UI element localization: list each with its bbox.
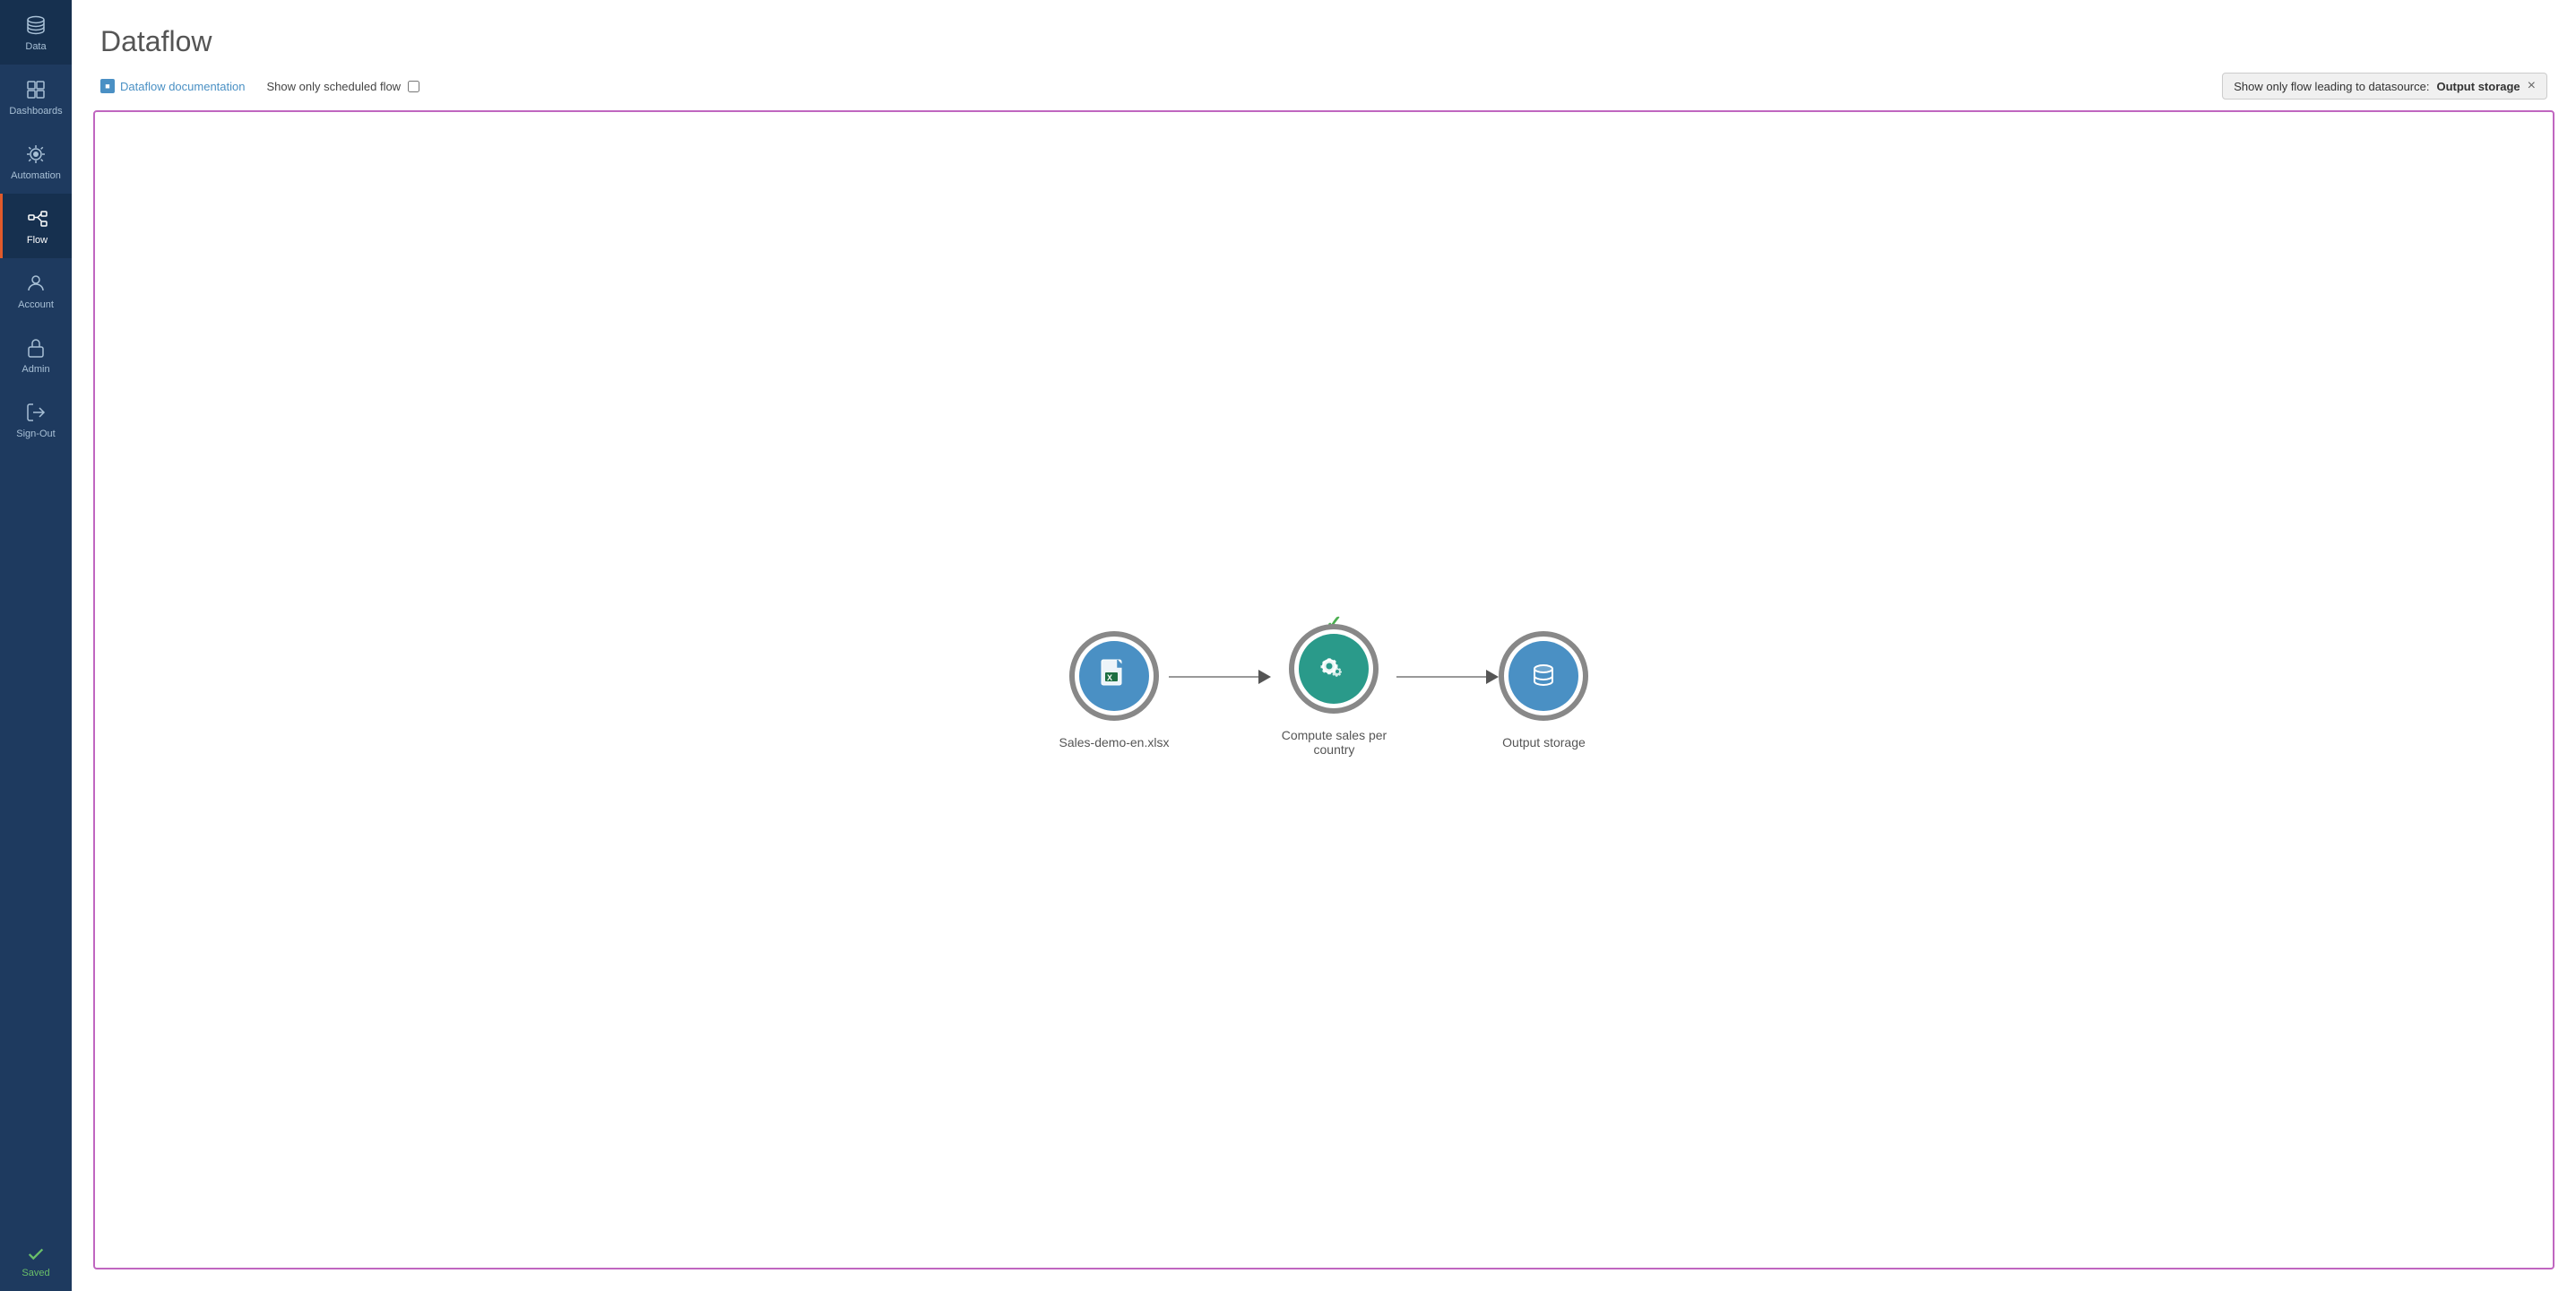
filter-badge: Show only flow leading to datasource: Ou… [2222,73,2547,100]
account-icon [23,271,48,296]
sidebar-item-dashboards[interactable]: Dashboards [0,65,72,129]
arrow-line-2 [1396,676,1486,678]
data-icon [23,13,48,38]
saved-indicator: Saved [0,1232,72,1291]
sidebar: Data Dashboards Automation [0,0,72,1291]
admin-icon [23,335,48,360]
controls-row: ■ Dataflow documentation Show only sched… [72,73,2576,110]
dashboards-icon [23,77,48,102]
sidebar-label-data: Data [25,41,46,52]
node-circle-inner-compute [1299,634,1369,704]
arrow-head-1 [1258,670,1271,684]
sidebar-label-admin: Admin [22,364,49,375]
flow-canvas: X X Sales-demo-en.xlsx [95,112,2553,1268]
page-title: Dataflow [100,25,2547,58]
sidebar-label-account: Account [18,299,54,310]
sidebar-item-data[interactable]: Data [0,0,72,65]
doc-link-label: Dataflow documentation [120,80,245,93]
sidebar-item-account[interactable]: Account [0,258,72,323]
arrow-line-1 [1169,676,1258,678]
sidebar-label-dashboards: Dashboards [9,106,62,117]
node-circle-inner-xlsx: X X [1079,641,1149,711]
filter-value: Output storage [2436,80,2520,93]
flow-nodes: X X Sales-demo-en.xlsx [1059,624,1589,757]
doc-icon: ■ [100,79,115,93]
scheduled-label: Show only scheduled flow [266,80,401,93]
filter-label: Show only flow leading to datasource: [2234,80,2429,93]
saved-label: Saved [22,1268,49,1278]
main-content: Dataflow ■ Dataflow documentation Show o… [72,0,2576,1291]
sidebar-item-sign-out[interactable]: Sign-Out [0,387,72,452]
arrow-connector-1 [1169,670,1271,684]
flow-node-output[interactable]: Output storage [1499,631,1588,749]
automation-icon [23,142,48,167]
controls-left: ■ Dataflow documentation Show only sched… [100,79,419,93]
page-header: Dataflow [72,0,2576,73]
node-label-output: Output storage [1502,735,1586,749]
sidebar-label-sign-out: Sign-Out [16,429,55,439]
svg-text:X: X [1107,673,1112,682]
sign-out-icon [23,400,48,425]
scheduled-checkbox[interactable] [408,81,419,92]
doc-link[interactable]: ■ Dataflow documentation [100,79,245,93]
node-label-compute: Compute sales per country [1271,728,1396,757]
scheduled-row: Show only scheduled flow [266,80,419,93]
flow-node-compute[interactable]: ✓ [1271,624,1396,757]
flow-icon [25,206,50,231]
sidebar-item-flow[interactable]: Flow [0,194,72,258]
node-circle-outer-output [1499,631,1588,721]
sidebar-item-automation[interactable]: Automation [0,129,72,194]
sidebar-label-flow: Flow [27,235,48,246]
sidebar-label-automation: Automation [11,170,61,181]
node-label-xlsx: Sales-demo-en.xlsx [1059,735,1170,749]
node-circle-outer-compute [1289,624,1379,714]
arrow-head-2 [1486,670,1499,684]
filter-close-button[interactable]: × [2528,79,2536,93]
flow-canvas-wrapper: X X Sales-demo-en.xlsx [93,110,2554,1269]
node-circle-outer-xlsx: X X [1069,631,1159,721]
arrow-connector-2 [1396,670,1499,684]
sidebar-item-admin[interactable]: Admin [0,323,72,387]
flow-node-xlsx[interactable]: X X Sales-demo-en.xlsx [1059,631,1170,749]
node-circle-inner-output [1508,641,1578,711]
